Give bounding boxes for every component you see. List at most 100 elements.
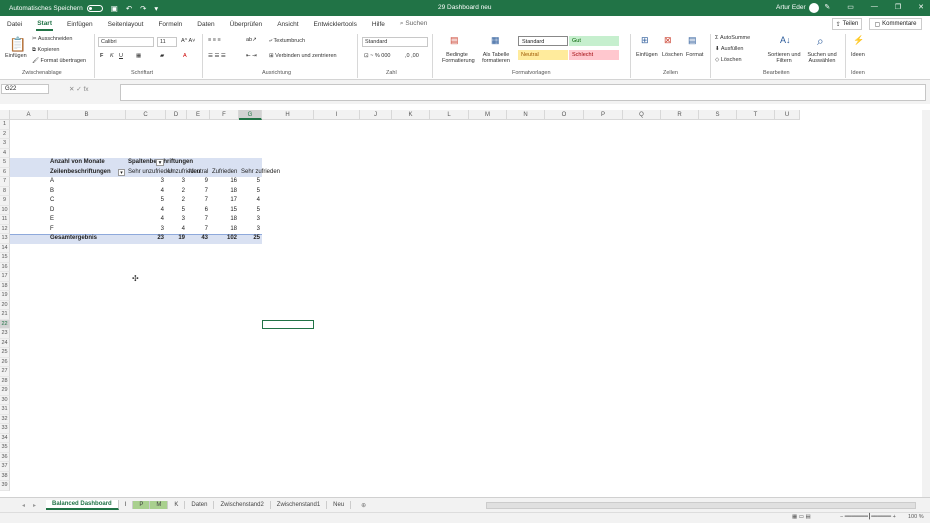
pivot-row-label[interactable]: C: [50, 196, 110, 205]
column-header[interactable]: T: [737, 110, 775, 120]
insert-cells-icon[interactable]: ⊞: [641, 35, 649, 46]
pivot-value-cell[interactable]: 7: [189, 225, 208, 234]
pivot-row-label[interactable]: A: [50, 177, 110, 186]
pivot-total-cell[interactable]: 102: [212, 234, 237, 243]
pivot-total-label[interactable]: Gesamtergebnis: [50, 234, 120, 243]
pivot-value-cell[interactable]: 3: [128, 225, 164, 234]
tab-ueberpruefen[interactable]: Überprüfen: [229, 19, 264, 30]
sort-filter-icon[interactable]: A↓: [780, 35, 791, 45]
add-sheet-icon[interactable]: ⊕: [361, 502, 366, 509]
next-sheet-icon[interactable]: ▸: [33, 502, 36, 509]
row-header[interactable]: 21: [0, 310, 10, 320]
redo-icon[interactable]: ↷: [140, 4, 146, 13]
paste-icon[interactable]: 📋: [9, 36, 26, 53]
row-header[interactable]: 27: [0, 367, 10, 377]
indent-icon[interactable]: ⇤ ⇥: [246, 53, 257, 59]
underline-icon[interactable]: U: [119, 53, 123, 59]
pivot-row-label[interactable]: B: [50, 187, 110, 196]
fill-button[interactable]: ⬇ Ausfüllen: [715, 46, 743, 52]
tab-datei[interactable]: Datei: [6, 19, 23, 30]
column-header[interactable]: E: [187, 110, 210, 120]
pivot-value-cell[interactable]: 5: [168, 206, 185, 215]
conditional-format-icon[interactable]: ▤: [450, 35, 459, 46]
column-header[interactable]: Q: [623, 110, 661, 120]
cut-button[interactable]: ✂ Ausschneiden: [32, 36, 72, 42]
format-cells-icon[interactable]: ▤: [688, 35, 697, 46]
ideas-button[interactable]: Ideen: [851, 52, 865, 58]
document-title[interactable]: 29 Dashboard neu: [438, 4, 492, 11]
pivot-value-cell[interactable]: 5: [241, 177, 260, 186]
row-header[interactable]: 24: [0, 338, 10, 348]
row-header[interactable]: 30: [0, 395, 10, 405]
pivot-value-cell[interactable]: 5: [241, 187, 260, 196]
sheet-tab-k[interactable]: K: [168, 501, 186, 509]
column-header[interactable]: L: [430, 110, 469, 120]
pivot-value-cell[interactable]: 18: [212, 187, 237, 196]
search-box[interactable]: ⌕ Suchen: [400, 20, 428, 28]
pivot-total-cell[interactable]: 19: [168, 234, 185, 243]
row-header[interactable]: 20: [0, 300, 10, 310]
row-header[interactable]: 15: [0, 253, 10, 263]
pivot-value-cell[interactable]: 7: [189, 196, 208, 205]
orientation-icon[interactable]: ab↗: [246, 37, 257, 43]
conditional-format-button[interactable]: Bedingte Formatierung: [442, 52, 475, 64]
fx-icon[interactable]: ✕ ✓ fx: [69, 85, 89, 93]
column-header[interactable]: U: [775, 110, 800, 120]
sheet-tab-zwischenstand2[interactable]: Zwischenstand2: [214, 501, 271, 509]
pivot-value-cell[interactable]: 15: [212, 206, 237, 215]
row-header[interactable]: 28: [0, 376, 10, 386]
tab-seitenlayout[interactable]: Seitenlayout: [107, 19, 145, 30]
bold-icon[interactable]: F: [100, 53, 103, 59]
insert-cells-button[interactable]: Einfügen: [636, 52, 658, 58]
column-header[interactable]: B: [48, 110, 126, 120]
clear-button[interactable]: ◇ Löschen: [715, 57, 742, 63]
sheet-tab-i[interactable]: I: [119, 501, 134, 509]
row-header[interactable]: 32: [0, 414, 10, 424]
wrap-text-button[interactable]: ⤶ Textumbruch: [269, 38, 305, 45]
row-header[interactable]: 37: [0, 462, 10, 472]
pivot-value-cell[interactable]: 9: [189, 177, 208, 186]
sheet-tab-zwischenstand1[interactable]: Zwischenstand1: [271, 501, 328, 509]
pivot-value-cell[interactable]: 17: [212, 196, 237, 205]
row-header[interactable]: 26: [0, 357, 10, 367]
pivot-col-label[interactable]: Unzufrieden: [168, 168, 200, 177]
row-header[interactable]: 38: [0, 471, 10, 481]
avatar[interactable]: [809, 3, 819, 13]
prev-sheet-icon[interactable]: ◂: [22, 502, 25, 509]
pivot-value-cell[interactable]: 3: [128, 177, 164, 186]
border-icon[interactable]: ▦: [136, 53, 141, 59]
pivot-value-cell[interactable]: 4: [128, 187, 164, 196]
copy-button[interactable]: ⧉ Kopieren: [32, 47, 60, 54]
decimal-icon[interactable]: ,0 ,00: [405, 53, 419, 59]
pivot-value-cell[interactable]: 7: [189, 187, 208, 196]
font-color-icon[interactable]: A: [183, 53, 187, 59]
row-header[interactable]: 8: [0, 186, 10, 196]
column-header[interactable]: I: [314, 110, 360, 120]
column-header[interactable]: J: [360, 110, 392, 120]
tab-hilfe[interactable]: Hilfe: [371, 19, 386, 30]
autosave-toggle[interactable]: [86, 4, 103, 12]
comments-button[interactable]: ▢ Kommentare: [869, 18, 922, 30]
tab-ansicht[interactable]: Ansicht: [276, 19, 299, 30]
row-header[interactable]: 14: [0, 243, 10, 253]
pen-icon[interactable]: ✎: [824, 3, 830, 11]
row-header[interactable]: 6: [0, 167, 10, 177]
share-button[interactable]: ⇪ Teilen: [832, 18, 862, 30]
pivot-value-cell[interactable]: 3: [168, 215, 185, 224]
undo-icon[interactable]: ↶: [126, 4, 132, 13]
row-header[interactable]: 29: [0, 386, 10, 396]
pivot-row-label[interactable]: E: [50, 215, 110, 224]
sheet-tab-balanced-dashboard[interactable]: Balanced Dashboard: [46, 500, 119, 510]
zoom-slider[interactable]: − ━━━━━━━┃━━━━━━ +: [840, 514, 896, 520]
italic-icon[interactable]: K: [110, 53, 114, 59]
pivot-row-label[interactable]: D: [50, 206, 110, 215]
pivot-value-cell[interactable]: 5: [128, 196, 164, 205]
sheet-tab-neu[interactable]: Neu: [327, 501, 352, 509]
pivot-value-cell[interactable]: 5: [241, 206, 260, 215]
row-header[interactable]: 5: [0, 158, 10, 168]
pivot-col-label[interactable]: Neutral: [189, 168, 208, 177]
tab-entwicklertools[interactable]: Entwicklertools: [313, 19, 358, 30]
find-icon[interactable]: ⌕: [817, 34, 824, 49]
column-filter-icon[interactable]: ▾: [156, 159, 164, 166]
column-header[interactable]: P: [584, 110, 623, 120]
